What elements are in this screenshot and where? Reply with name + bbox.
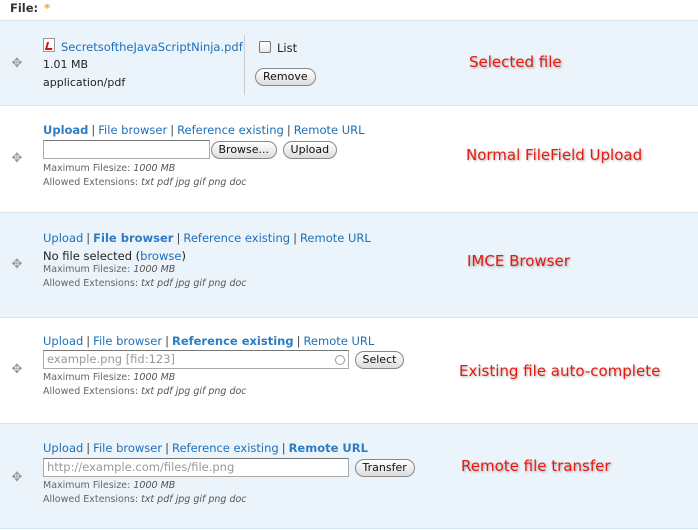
tab-file-browser[interactable]: File browser	[93, 334, 162, 348]
required-marker: *	[44, 1, 51, 15]
upload-button[interactable]: Upload	[282, 140, 338, 159]
select-button[interactable]: Select	[354, 350, 405, 369]
source-tabs: Upload | File browser | Reference existing | R…	[43, 231, 371, 245]
max-filesize: Maximum Filesize: 1000 MB	[43, 163, 176, 174]
tab-reference-existing[interactable]: Reference existing	[177, 123, 284, 137]
drag-handle-icon[interactable]: ✥	[10, 363, 24, 377]
file-input[interactable]	[43, 140, 210, 159]
tab-file-browser[interactable]: File browser	[98, 123, 167, 137]
annotation-reference: Existing file auto-complete	[459, 362, 661, 380]
field-label: File: *	[10, 1, 51, 15]
tab-upload[interactable]: Upload	[43, 441, 83, 455]
annotation-imce: IMCE Browser	[467, 252, 570, 270]
list-checkbox[interactable]	[259, 41, 271, 53]
reference-autocomplete-input[interactable]: example.png [fid:123]	[43, 350, 349, 369]
row-imce: ✥ Upload | File browser | Reference existing…	[0, 212, 698, 318]
source-tabs: Upload | File browser | Reference existing | R…	[43, 334, 375, 348]
file-size: 1.01 MB	[43, 58, 89, 71]
source-tabs: Upload | File browser | Reference existing | R…	[43, 123, 365, 137]
source-tabs: Upload | File browser | Reference existing | R…	[43, 441, 368, 455]
no-file-status: No file selected (browse)	[43, 249, 186, 263]
allowed-extensions: Allowed Extensions: txt pdf jpg gif png …	[43, 177, 247, 188]
tab-file-browser[interactable]: File browser	[93, 441, 162, 455]
row-remote: ✥ Upload | File browser | Reference existing…	[0, 423, 698, 529]
remove-button[interactable]: Remove	[255, 68, 316, 86]
file-mime: application/pdf	[43, 76, 126, 89]
file-link[interactable]: SecretsoftheJavaScriptNinja.pdf	[61, 40, 243, 54]
drag-handle-icon[interactable]: ✥	[10, 471, 24, 485]
row-selected-file: ✥ SecretsoftheJavaScriptNinja.pdf 1.01 M…	[0, 20, 698, 106]
max-filesize: Maximum Filesize: 1000 MB	[43, 264, 176, 275]
autocomplete-throbber-icon	[335, 355, 345, 365]
transfer-button[interactable]: Transfer	[354, 458, 415, 477]
annotation-remote: Remote file transfer	[461, 457, 611, 475]
tab-remote-url[interactable]: Remote URL	[294, 123, 365, 137]
tab-remote-url[interactable]: Remote URL	[289, 441, 368, 455]
tab-reference-existing[interactable]: Reference existing	[183, 231, 290, 245]
row-upload: ✥ Upload | File browser | Reference existing…	[0, 106, 698, 212]
list-option[interactable]: List	[259, 41, 297, 55]
drag-handle-icon[interactable]: ✥	[10, 57, 24, 71]
tab-reference-existing[interactable]: Reference existing	[172, 441, 279, 455]
remote-url-input[interactable]: http://example.com/files/file.png	[43, 458, 349, 477]
browse-link[interactable]: browse	[140, 249, 181, 263]
browse-button[interactable]: Browse...	[210, 140, 278, 159]
allowed-extensions: Allowed Extensions: txt pdf jpg gif png …	[43, 386, 247, 397]
allowed-extensions: Allowed Extensions: txt pdf jpg gif png …	[43, 494, 247, 505]
annotation-selected-file: Selected file	[469, 53, 562, 71]
max-filesize: Maximum Filesize: 1000 MB	[43, 372, 176, 383]
file-info: SecretsoftheJavaScriptNinja.pdf 1.01 MB …	[43, 38, 243, 92]
row-reference: ✥ Upload | File browser | Reference existing…	[0, 318, 698, 423]
tab-reference-existing[interactable]: Reference existing	[172, 334, 294, 348]
tab-upload[interactable]: Upload	[43, 231, 83, 245]
drag-handle-icon[interactable]: ✥	[10, 152, 24, 166]
tab-remote-url[interactable]: Remote URL	[300, 231, 371, 245]
drag-handle-icon[interactable]: ✥	[10, 258, 24, 272]
annotation-upload: Normal FileField Upload	[466, 146, 643, 164]
tab-remote-url[interactable]: Remote URL	[303, 334, 374, 348]
allowed-extensions: Allowed Extensions: txt pdf jpg gif png …	[43, 278, 247, 289]
divider	[244, 35, 245, 95]
tab-file-browser[interactable]: File browser	[93, 231, 173, 245]
pdf-file-icon	[43, 38, 55, 52]
tab-upload[interactable]: Upload	[43, 334, 83, 348]
max-filesize: Maximum Filesize: 1000 MB	[43, 480, 176, 491]
tab-upload[interactable]: Upload	[43, 123, 88, 137]
